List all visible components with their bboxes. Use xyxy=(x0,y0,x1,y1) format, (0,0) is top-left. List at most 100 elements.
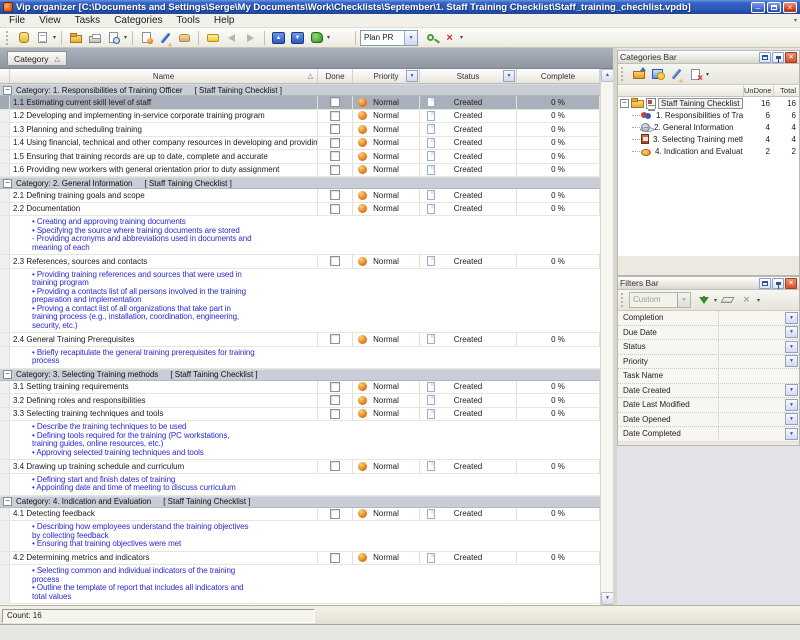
task-status-cell[interactable]: Created xyxy=(420,552,517,565)
task-priority-cell[interactable]: Normal xyxy=(353,408,420,421)
filters-toolbar-overflow-icon[interactable]: ▾ xyxy=(757,297,760,304)
task-done-cell[interactable] xyxy=(318,408,353,421)
filter-value-area[interactable] xyxy=(719,427,785,441)
toolbar-grip[interactable] xyxy=(621,67,624,81)
task-priority-cell[interactable]: Normal xyxy=(353,123,420,136)
task-name-cell[interactable]: 1.2 Developing and implementing in-servi… xyxy=(10,110,318,123)
task-status-cell[interactable]: Created xyxy=(420,123,517,136)
column-header-status[interactable]: Status ▼ xyxy=(420,69,517,83)
task-status-cell[interactable]: Created xyxy=(420,394,517,407)
task-done-cell[interactable] xyxy=(318,96,353,109)
column-header-done[interactable]: Done xyxy=(318,69,353,83)
categories-maximize-button[interactable] xyxy=(759,52,771,63)
task-priority-cell[interactable]: Normal xyxy=(353,333,420,346)
plan-combo[interactable]: Plan PR ▼ xyxy=(360,30,418,46)
task-done-cell[interactable] xyxy=(318,137,353,150)
task-row[interactable]: 4.2 Determining metrics and indicatorsNo… xyxy=(0,552,613,566)
maximize-button[interactable] xyxy=(767,2,781,13)
delete-plan-icon[interactable]: × xyxy=(441,30,458,46)
task-row[interactable]: 1.5 Ensuring that training records are u… xyxy=(0,150,613,164)
filter-row-date-created[interactable]: Date Created▼ xyxy=(618,384,799,399)
task-priority-cell[interactable]: Normal xyxy=(353,552,420,565)
apply-filter-dropdown-icon[interactable]: ▾ xyxy=(714,297,717,304)
task-name-cell[interactable]: 1.1 Estimating current skill level of st… xyxy=(10,96,318,109)
task-status-cell[interactable]: Created xyxy=(420,203,517,216)
filter-value-area[interactable] xyxy=(719,398,785,412)
filter-dropdown-icon[interactable]: ▼ xyxy=(785,413,798,425)
new-database-icon[interactable] xyxy=(15,30,32,46)
task-priority-cell[interactable]: Normal xyxy=(353,137,420,150)
edit-category-icon[interactable] xyxy=(668,66,685,82)
minimize-button[interactable]: _ xyxy=(751,2,765,13)
task-name-cell[interactable]: 4.1 Detecting feedback xyxy=(10,508,318,521)
menu-item-tools[interactable]: Tools xyxy=(170,15,207,26)
task-name-cell[interactable]: 2.1 Defining training goals and scope xyxy=(10,189,318,202)
collapse-expander-icon[interactable]: − xyxy=(3,370,12,379)
tree-item[interactable]: 2. General Information44 xyxy=(618,121,799,133)
task-row[interactable]: 3.1 Setting training requirements NormalC… xyxy=(0,381,613,395)
new-item-icon[interactable] xyxy=(34,30,51,46)
menu-item-tasks[interactable]: Tasks xyxy=(68,15,108,26)
new-item-dropdown-icon[interactable]: ▾ xyxy=(53,34,56,41)
task-status-cell[interactable]: Created xyxy=(420,408,517,421)
menubar-overflow-icon[interactable]: ▾ xyxy=(794,17,797,24)
done-checkbox[interactable] xyxy=(330,97,340,107)
task-row[interactable]: 2.1 Defining training goals and scopeNor… xyxy=(0,189,613,203)
task-done-cell[interactable] xyxy=(318,110,353,123)
done-checkbox[interactable] xyxy=(330,138,340,148)
filter-value-area[interactable] xyxy=(719,311,785,325)
filter-dropdown-icon[interactable]: ▼ xyxy=(785,326,798,338)
move-up-icon[interactable]: ▲ xyxy=(270,30,287,46)
task-row[interactable]: 1.6 Providing new workers with general o… xyxy=(0,164,613,178)
task-done-cell[interactable] xyxy=(318,203,353,216)
task-done-cell[interactable] xyxy=(318,255,353,268)
task-priority-cell[interactable]: Normal xyxy=(353,150,420,163)
tree-item[interactable]: 3. Selecting Training methods44 xyxy=(618,133,799,145)
filter-row-date-last-modified[interactable]: Date Last Modified▼ xyxy=(618,398,799,413)
task-row[interactable]: 3.3 Selecting training techniques and to… xyxy=(0,408,613,422)
task-name-cell[interactable]: 1.5 Ensuring that training records are u… xyxy=(10,150,318,163)
column-header-priority[interactable]: Priority ▼ xyxy=(353,69,420,83)
task-status-cell[interactable]: Created xyxy=(420,381,517,394)
filter-value-area[interactable] xyxy=(719,340,785,354)
filter-value-area[interactable] xyxy=(719,369,799,383)
filter-dropdown-icon[interactable]: ▼ xyxy=(785,428,798,440)
filter-preset-combo[interactable]: Custom ▼ xyxy=(629,292,691,308)
status-filter-arrow-icon[interactable]: ▼ xyxy=(503,70,515,82)
task-done-cell[interactable] xyxy=(318,394,353,407)
filter-row-status[interactable]: Status▼ xyxy=(618,340,799,355)
filter-dropdown-icon[interactable]: ▼ xyxy=(785,355,798,367)
undone-column-header[interactable]: UnDone xyxy=(743,85,773,96)
task-priority-cell[interactable]: Normal xyxy=(353,96,420,109)
task-status-cell[interactable]: Created xyxy=(420,255,517,268)
task-row[interactable]: 1.3 Planning and scheduling trainingNorm… xyxy=(0,123,613,137)
new-category-icon[interactable] xyxy=(630,66,647,82)
tree-item[interactable]: 1. Responsibilities of Training C66 xyxy=(618,109,799,121)
task-priority-cell[interactable]: Normal xyxy=(353,110,420,123)
task-row[interactable]: 3.2 Defining roles and responsibilitiesN… xyxy=(0,394,613,408)
task-row[interactable]: 2.2 DocumentationNormalCreated0 % xyxy=(0,203,613,217)
collapse-expander-icon[interactable]: − xyxy=(3,497,12,506)
done-checkbox[interactable] xyxy=(330,256,340,266)
task-priority-cell[interactable]: Normal xyxy=(353,381,420,394)
task-name-cell[interactable]: 3.4 Drawing up training schedule and cur… xyxy=(10,460,318,473)
filter-preset-arrow-icon[interactable]: ▼ xyxy=(677,293,690,307)
close-button[interactable]: × xyxy=(783,2,797,13)
task-row[interactable]: 1.4 Using financial, technical and other… xyxy=(0,137,613,151)
filter-dropdown-icon[interactable]: ▼ xyxy=(785,312,798,324)
categories-pin-button[interactable] xyxy=(772,52,784,63)
task-row[interactable]: 1.2 Developing and implementing in-servi… xyxy=(0,110,613,124)
category-group-row[interactable]: −Category: 3. Selecting Training methods… xyxy=(0,369,613,381)
comment-icon[interactable] xyxy=(204,30,221,46)
task-name-cell[interactable]: 3.1 Setting training requirements xyxy=(10,381,318,394)
task-priority-cell[interactable]: Normal xyxy=(353,394,420,407)
category-group-row[interactable]: −Category: 1. Responsibilities of Traini… xyxy=(0,84,613,96)
tree-item[interactable]: −Staff Taining Checklist1616 xyxy=(618,97,799,109)
tree-item[interactable]: 4. Indication and Evaluation22 xyxy=(618,145,799,157)
task-status-cell[interactable]: Created xyxy=(420,333,517,346)
task-row[interactable]: 2.3 References, sources and contactsNorm… xyxy=(0,255,613,269)
done-checkbox[interactable] xyxy=(330,395,340,405)
filter-row-date-opened[interactable]: Date Opened▼ xyxy=(618,413,799,428)
undo-icon-disabled[interactable] xyxy=(223,30,240,46)
filter-dropdown-icon[interactable]: ▼ xyxy=(785,384,798,396)
